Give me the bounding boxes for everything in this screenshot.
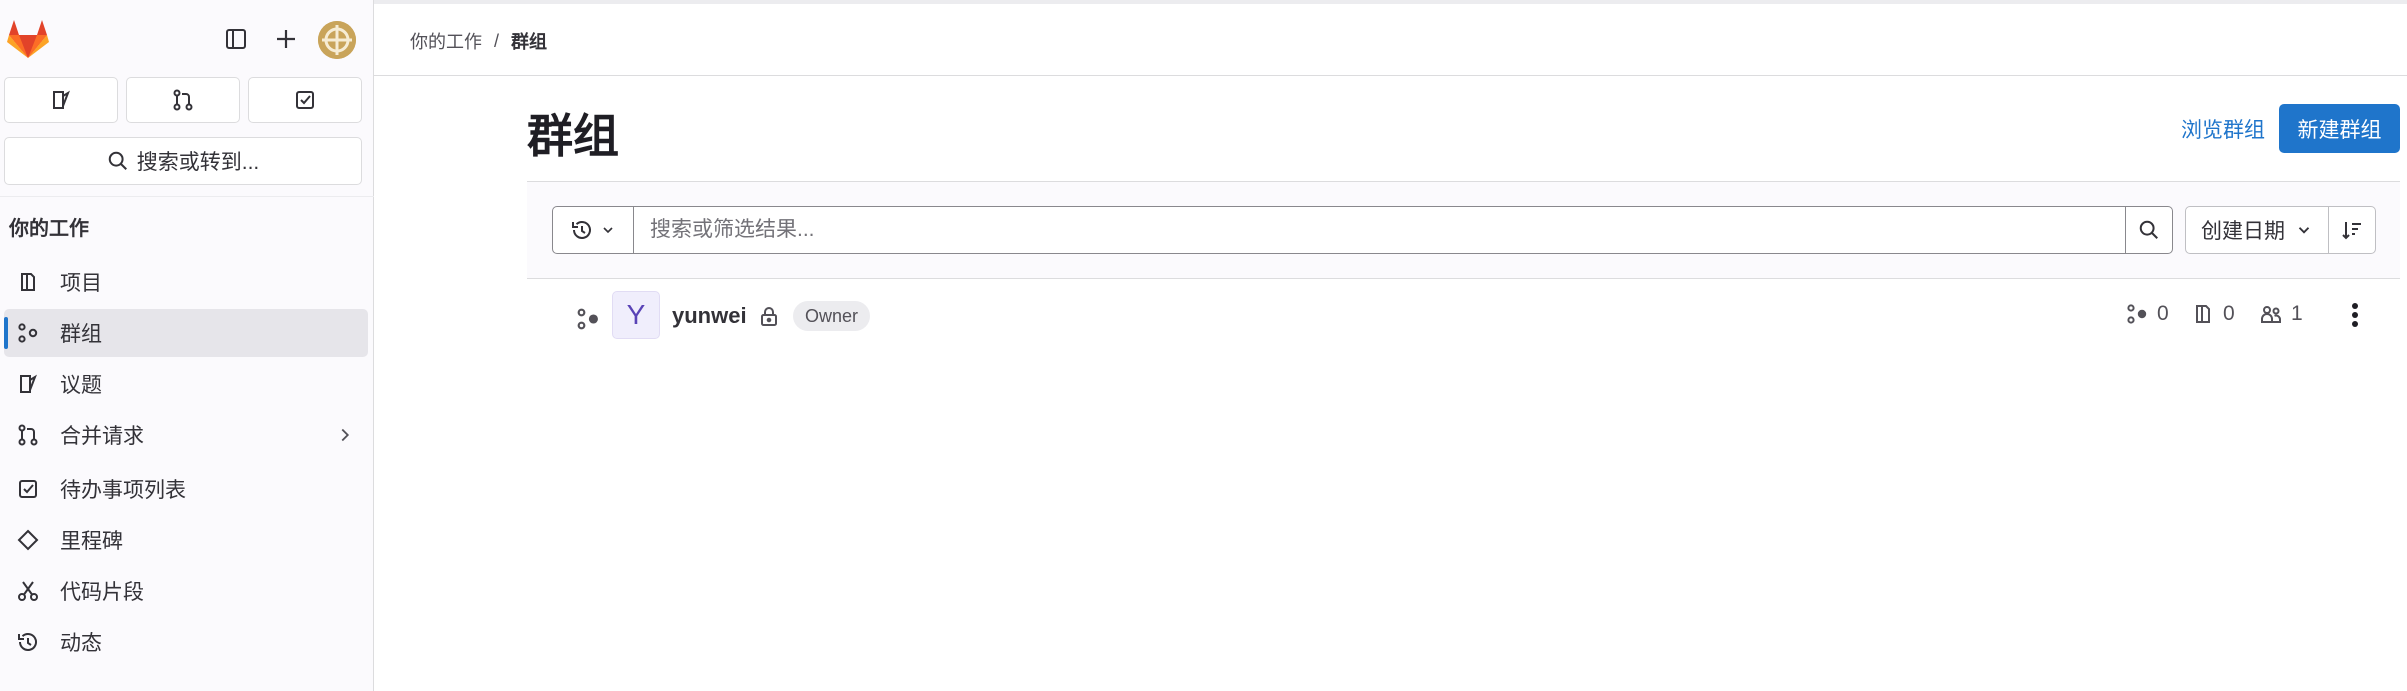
group-icon — [14, 319, 42, 347]
sidebar-item-merge-requests[interactable]: 合并请求 — [4, 411, 368, 459]
explore-groups-link[interactable]: 浏览群组 — [2181, 114, 2265, 144]
merge-request-icon — [173, 89, 193, 111]
activity-icon — [14, 628, 42, 656]
todo-button[interactable] — [248, 77, 362, 123]
gitlab-logo-icon[interactable] — [6, 18, 50, 60]
merge-requests-button[interactable] — [126, 77, 240, 123]
sidebar-item-label: 项目 — [60, 272, 102, 295]
todo-icon — [14, 475, 42, 503]
projects-count-value: 0 — [2223, 302, 2235, 325]
issues-icon — [14, 370, 42, 398]
sidebar-item-label: 合并请求 — [60, 425, 144, 448]
sidebar-search-label: 搜索或转到... — [136, 151, 260, 174]
sidebar-item-todo-list[interactable]: 待办事项列表 — [4, 465, 368, 513]
sort-descending-icon — [2342, 222, 2361, 240]
sidebar-item-label: 待办事项列表 — [60, 479, 186, 502]
chevron-down-icon — [603, 227, 613, 234]
projects-count: 0 — [2191, 302, 2235, 326]
subgroups-count-value: 0 — [2157, 302, 2169, 325]
sidebar-item-label: 群组 — [60, 323, 102, 346]
sidebar-section-heading: 你的工作 — [9, 218, 89, 240]
sidebar-item-snippets[interactable]: 代码片段 — [4, 567, 368, 615]
user-avatar[interactable] — [318, 21, 356, 59]
milestone-icon — [14, 526, 42, 554]
plus-icon[interactable] — [268, 21, 304, 57]
page-title: 群组 — [527, 110, 619, 162]
snippet-icon — [14, 577, 42, 605]
members-count: 1 — [2259, 302, 2303, 326]
project-icon — [2196, 305, 2210, 323]
sidebar-item-activity[interactable]: 动态 — [4, 618, 368, 666]
top-border — [374, 0, 2407, 4]
sidebar-header — [0, 0, 374, 80]
breadcrumb-parent-link[interactable]: 你的工作 — [410, 28, 482, 54]
sort-label: 创建日期 — [2201, 220, 2285, 243]
new-group-button[interactable]: 新建群组 — [2279, 104, 2400, 153]
subgroups-count: 0 — [2125, 302, 2169, 326]
merge-request-icon — [14, 421, 42, 449]
breadcrumb-separator: / — [494, 30, 500, 51]
sidebar-item-groups[interactable]: 群组 — [4, 309, 368, 357]
filter-search-button[interactable] — [2125, 206, 2173, 254]
topbar-divider — [374, 75, 2407, 76]
issues-icon — [53, 90, 70, 109]
sidebar-item-label: 动态 — [60, 632, 102, 655]
filter-search-input[interactable] — [634, 206, 2133, 254]
history-icon — [572, 221, 591, 239]
chevron-down-icon — [2298, 227, 2310, 234]
filter-bar: 创建日期 — [527, 181, 2400, 279]
recent-searches-button[interactable] — [552, 206, 634, 254]
sidebar-item-milestones[interactable]: 里程碑 — [4, 516, 368, 564]
sidebar-item-label: 议题 — [60, 374, 102, 397]
quick-actions — [4, 77, 362, 123]
assigned-issues-button[interactable] — [4, 77, 118, 123]
toggle-sidebar-icon[interactable] — [218, 21, 254, 57]
lock-icon — [757, 304, 781, 328]
sidebar-item-label: 里程碑 — [60, 530, 123, 553]
role-badge: Owner — [793, 301, 871, 331]
members-count-value: 1 — [2291, 302, 2303, 325]
app-root: 搜索或转到... 你的工作 项目 群组 议题 合并请求 待办事项列表 里程碑 代… — [0, 0, 2407, 691]
users-icon — [2261, 306, 2281, 323]
subgroup-icon — [575, 306, 601, 332]
sidebar-item-issues[interactable]: 议题 — [4, 360, 368, 408]
table-row[interactable]: Y yunwei Owner 0 0 1 — [527, 284, 2400, 348]
chevron-right-icon — [334, 424, 356, 446]
group-name-link[interactable]: yunwei — [672, 303, 747, 329]
sort-direction-button[interactable] — [2328, 206, 2376, 254]
sidebar-item-projects[interactable]: 项目 — [4, 258, 368, 306]
breadcrumb-current[interactable]: 群组 — [511, 28, 547, 54]
sort-dropdown[interactable]: 创建日期 — [2185, 206, 2329, 254]
todo-icon — [296, 91, 314, 109]
search-icon — [2139, 220, 2158, 239]
group-avatar[interactable]: Y — [612, 291, 660, 339]
breadcrumb: 你的工作 / 群组 — [410, 28, 547, 54]
more-actions-icon[interactable] — [2343, 300, 2367, 330]
project-icon — [14, 268, 42, 296]
subgroup-icon — [2127, 304, 2147, 324]
sidebar-item-label: 代码片段 — [60, 581, 144, 604]
sidebar-divider — [0, 196, 374, 197]
search-icon — [108, 151, 127, 170]
sidebar: 搜索或转到... 你的工作 项目 群组 议题 合并请求 待办事项列表 里程碑 代… — [0, 0, 374, 691]
sidebar-search-button[interactable]: 搜索或转到... — [4, 137, 362, 185]
